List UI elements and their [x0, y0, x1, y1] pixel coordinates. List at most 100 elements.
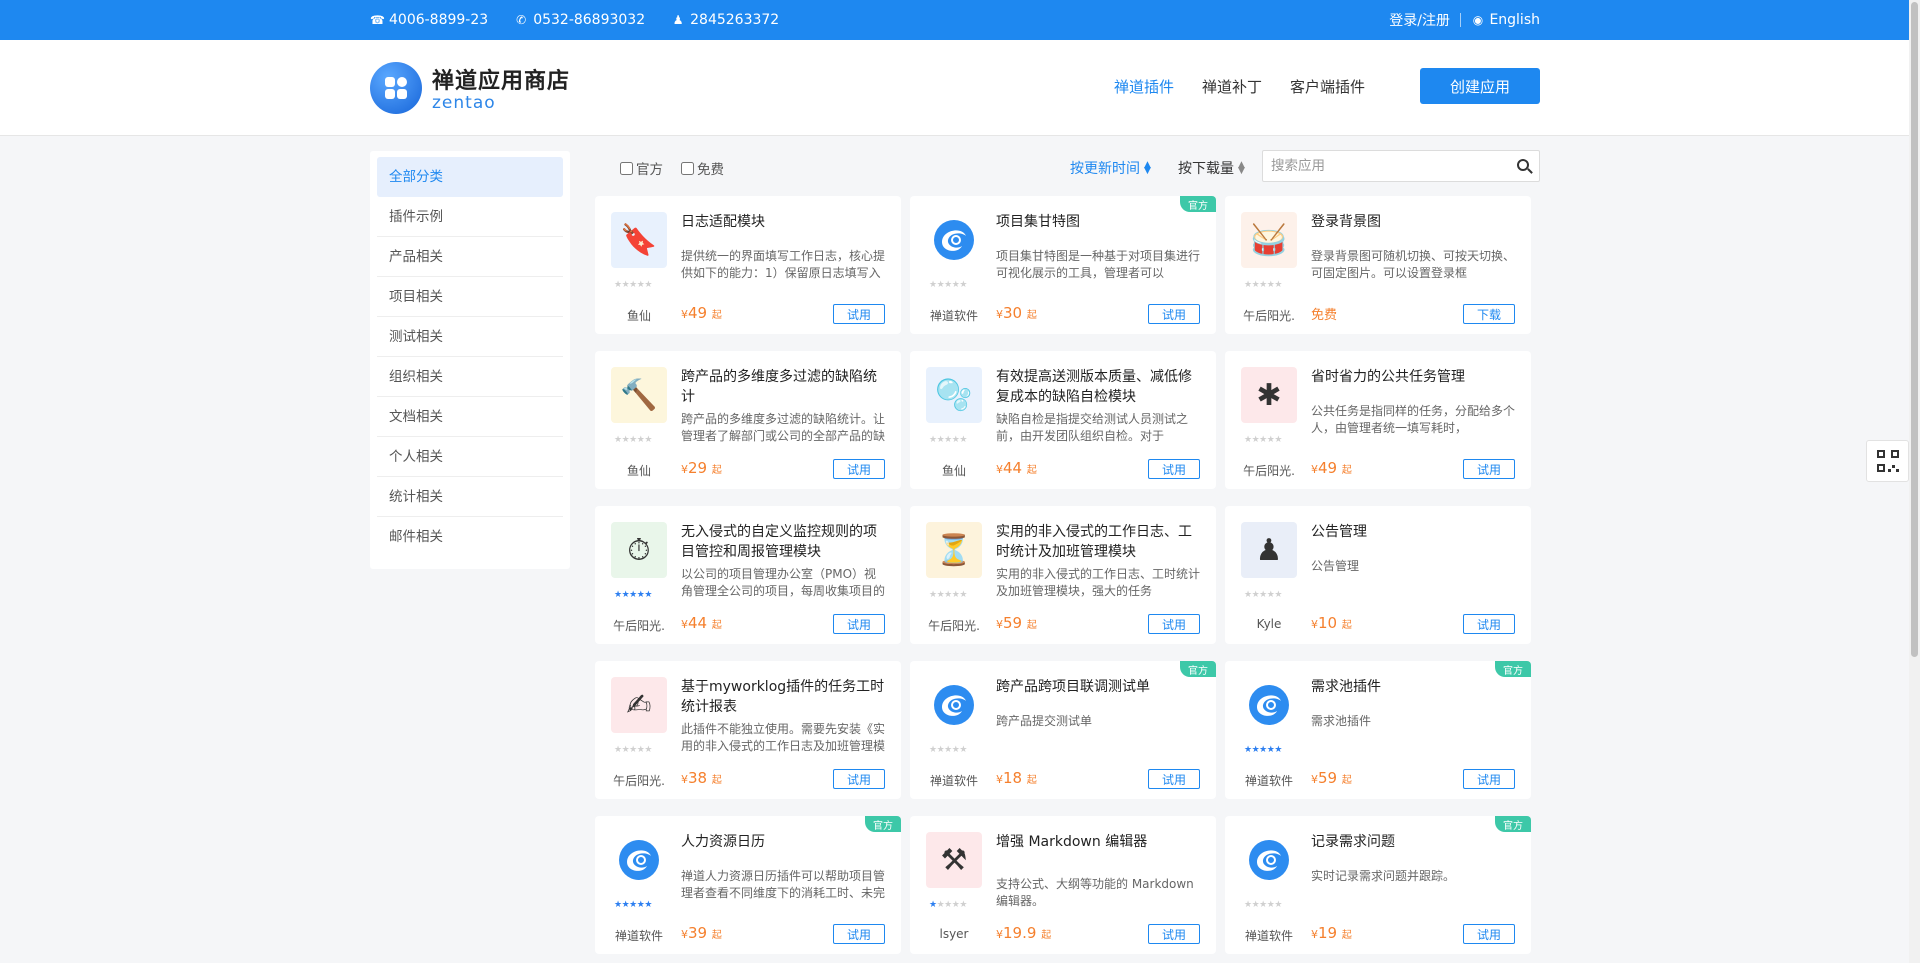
try-button[interactable]: 试用	[1148, 304, 1200, 324]
try-button[interactable]: 试用	[833, 459, 885, 479]
sidebar-item-personal[interactable]: 个人相关	[377, 437, 563, 477]
try-button[interactable]: 试用	[1148, 769, 1200, 789]
price-suffix: 起	[711, 620, 722, 631]
search-input[interactable]	[1263, 151, 1493, 181]
app-card[interactable]: 🥁 ★★★★★ 午后阳光. 登录背景图 登录背景图可随机切换、可按天切换、可固定图片。可…	[1225, 196, 1531, 334]
nav-client-plugins[interactable]: 客户端插件	[1290, 76, 1365, 97]
try-button[interactable]: 试用	[833, 769, 885, 789]
price-value: 59	[1318, 769, 1338, 787]
card-author: 午后阳光.	[613, 774, 665, 788]
card-author: 鱼仙	[626, 309, 651, 323]
rating-stars: ★★★★★	[929, 590, 967, 600]
official-checkbox[interactable]	[620, 161, 633, 175]
app-card[interactable]: 🫧 ★★★★★ 鱼仙 有效提高送测版本质量、减低修复成本的缺陷自检模块 缺陷自检是指提交…	[910, 351, 1216, 489]
sidebar-item-examples[interactable]: 插件示例	[377, 197, 563, 237]
site-logo[interactable]: 禅道应用商店 zentao	[370, 62, 570, 114]
app-card[interactable]: ★★★★★ 禅道软件 记录需求问题 实时记录需求问题并跟踪。 ¥19 起 试用 官方	[1225, 816, 1531, 954]
card-title[interactable]: 增强 Markdown 编辑器	[996, 832, 1202, 852]
card-title[interactable]: 人力资源日历	[681, 832, 887, 852]
app-card[interactable]: ⏳ ★★★★★ 午后阳光. 实用的非入侵式的工作日志、工时统计及加班管理模块 实用的非入…	[910, 506, 1216, 644]
rating-stars: ★★★★★	[614, 435, 652, 445]
card-title[interactable]: 跨产品跨项目联调测试单	[996, 677, 1202, 697]
try-button[interactable]: 试用	[1148, 614, 1200, 634]
scrollbar-thumb[interactable]	[1911, 2, 1918, 657]
card-title[interactable]: 记录需求问题	[1311, 832, 1517, 852]
try-button[interactable]: 试用	[1463, 614, 1515, 634]
rating-stars: ★★★★★	[1244, 590, 1282, 600]
free-checkbox[interactable]	[681, 161, 694, 175]
try-button[interactable]: 试用	[1463, 459, 1515, 479]
logo-icon	[370, 62, 422, 114]
card-title[interactable]: 实用的非入侵式的工作日志、工时统计及加班管理模块	[996, 522, 1202, 562]
rating-stars: ★★★★★	[614, 280, 652, 290]
sidebar-item-document[interactable]: 文档相关	[377, 397, 563, 437]
app-card[interactable]: ★★★★★ 禅道软件 人力资源日历 禅道人力资源日历插件可以帮助项目管理者查看不同维度…	[595, 816, 901, 954]
price-currency: ¥	[1311, 928, 1318, 941]
app-card[interactable]: ⚒ ★★★★★ lsyer 增强 Markdown 编辑器 支持公式、大纲等功能的 Ma…	[910, 816, 1216, 954]
phone-icon: ✆	[516, 13, 527, 27]
sidebar-item-project[interactable]: 项目相关	[377, 277, 563, 317]
app-card[interactable]: ✱ ★★★★★ 午后阳光. 省时省力的公共任务管理 公共任务是指同样的任务，分配给多个人…	[1225, 351, 1531, 489]
app-card[interactable]: ✍ ★★★★★ 午后阳光. 基于myworklog插件的任务工时统计报表 此插件不能独立…	[595, 661, 901, 799]
zentao-icon	[611, 832, 667, 888]
page-scrollbar[interactable]	[1909, 0, 1920, 963]
app-card[interactable]: ♟ ★★★★★ Kyle 公告管理 公告管理 ¥10 起试用	[1225, 506, 1531, 644]
free-filter[interactable]: 免费	[681, 158, 724, 178]
card-title[interactable]: 基于myworklog插件的任务工时统计报表	[681, 677, 887, 717]
app-card[interactable]: ⏱ ★★★★★ 午后阳光. 无入侵式的自定义监控规则的项目管控和周报管理模块 以公司的项…	[595, 506, 901, 644]
price-value: 10	[1318, 614, 1338, 632]
sidebar-item-organization[interactable]: 组织相关	[377, 357, 563, 397]
card-title[interactable]: 需求池插件	[1311, 677, 1517, 697]
card-price: 免费	[1311, 304, 1337, 323]
card-price: ¥19.9 起	[996, 924, 1051, 942]
sort-by-downloads[interactable]: 按下载量 ▲ ▼	[1178, 158, 1245, 178]
login-register-link[interactable]: 登录/注册	[1389, 10, 1450, 30]
app-card[interactable]: ★★★★★ 禅道软件 跨产品跨项目联调测试单 跨产品提交测试单 ¥18 起 试用 官方	[910, 661, 1216, 799]
try-button[interactable]: 试用	[1463, 769, 1515, 789]
sidebar-item-test[interactable]: 测试相关	[377, 317, 563, 357]
search-icon[interactable]	[1517, 159, 1529, 171]
price-value: 59	[1003, 614, 1023, 632]
sort-by-updated[interactable]: 按更新时间 ▲ ▼	[1070, 158, 1151, 178]
card-description: 禅道人力资源日历插件可以帮助项目管理者查看不同维度下的消耗工时、未完	[681, 869, 886, 900]
phone-square-icon: ☎	[370, 13, 385, 27]
card-description: 实用的非入侵式的工作日志、工时统计及加班管理模块，强大的任务	[996, 567, 1201, 598]
app-card[interactable]: 🔨 ★★★★★ 鱼仙 跨产品的多维度多过滤的缺陷统计 跨产品的多维度多过滤的缺陷统计。让…	[595, 351, 901, 489]
sidebar-item-mail[interactable]: 邮件相关	[377, 517, 563, 557]
card-title[interactable]: 有效提高送测版本质量、减低修复成本的缺陷自检模块	[996, 367, 1202, 407]
create-app-button[interactable]: 创建应用	[1420, 68, 1540, 104]
download-button[interactable]: 下载	[1463, 304, 1515, 324]
language-switch[interactable]: ◉ English	[1471, 12, 1540, 28]
card-description: 跨产品提交测试单	[996, 714, 1093, 728]
qr-code-button[interactable]	[1866, 440, 1909, 482]
try-button[interactable]: 试用	[1148, 459, 1200, 479]
sidebar-item-product[interactable]: 产品相关	[377, 237, 563, 277]
try-button[interactable]: 试用	[1463, 924, 1515, 944]
rating-stars: ★★★★★	[1244, 435, 1282, 445]
card-title[interactable]: 公告管理	[1311, 522, 1517, 542]
try-button[interactable]: 试用	[833, 614, 885, 634]
sidebar-item-all[interactable]: 全部分类	[377, 157, 563, 197]
card-title[interactable]: 无入侵式的自定义监控规则的项目管控和周报管理模块	[681, 522, 887, 562]
stopwatch-icon: ⏱	[611, 522, 667, 578]
try-button[interactable]: 试用	[833, 924, 885, 944]
nav-zentao-plugins[interactable]: 禅道插件	[1114, 76, 1174, 97]
sidebar-item-statistics[interactable]: 统计相关	[377, 477, 563, 517]
globe-icon: ◉	[1472, 13, 1484, 27]
official-filter[interactable]: 官方	[620, 158, 663, 178]
try-button[interactable]: 试用	[1148, 924, 1200, 944]
price-currency: ¥	[1311, 463, 1318, 476]
card-title[interactable]: 日志适配模块	[681, 212, 887, 232]
app-card[interactable]: 🔖 ★★★★★ 鱼仙 日志适配模块 提供统一的界面填写工作日志，核心提供如下的能力：1）…	[595, 196, 901, 334]
card-title[interactable]: 项目集甘特图	[996, 212, 1202, 232]
nav-zentao-patches[interactable]: 禅道补丁	[1202, 76, 1262, 97]
try-button[interactable]: 试用	[833, 304, 885, 324]
qq-contact: ♟ 2845263372	[672, 12, 780, 28]
card-title[interactable]: 省时省力的公共任务管理	[1311, 367, 1517, 387]
card-price: ¥38 起	[681, 769, 722, 787]
app-card[interactable]: ★★★★★ 禅道软件 项目集甘特图 项目集甘特图是一种基于对项目集进行可视化展示的工具…	[910, 196, 1216, 334]
card-title[interactable]: 登录背景图	[1311, 212, 1517, 232]
price-value: 38	[688, 769, 708, 787]
card-title[interactable]: 跨产品的多维度多过滤的缺陷统计	[681, 367, 887, 407]
app-card[interactable]: ★★★★★ 禅道软件 需求池插件 需求池插件 ¥59 起试用 官方	[1225, 661, 1531, 799]
